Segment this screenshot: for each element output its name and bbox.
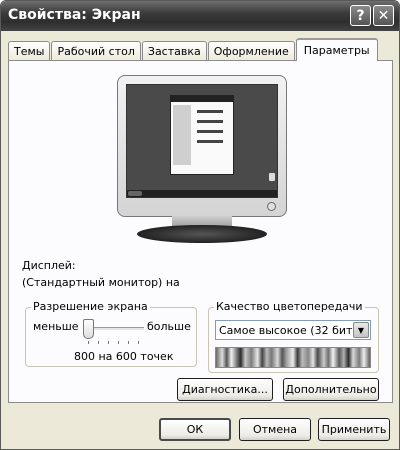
monitor-screen bbox=[126, 84, 278, 198]
monitor-base bbox=[137, 225, 267, 243]
resolution-value: 800 на 600 точек bbox=[74, 350, 174, 363]
slider-tick bbox=[118, 341, 119, 344]
color-quality-select[interactable]: Самое высокое (32 бита) ▼ bbox=[215, 320, 371, 340]
chevron-down-icon[interactable]: ▼ bbox=[353, 322, 369, 338]
help-button[interactable]: ? bbox=[350, 5, 371, 26]
tab-desktop[interactable]: Рабочий стол bbox=[51, 41, 141, 61]
tab-appearance[interactable]: Оформление bbox=[207, 41, 295, 61]
tab-screensaver[interactable]: Заставка bbox=[141, 41, 207, 61]
tab-strip: Темы Рабочий стол Заставка Оформление Па… bbox=[8, 38, 379, 61]
display-properties-window: Свойства: Экран ? ✕ Темы Рабочий стол За… bbox=[0, 0, 400, 450]
advanced-button[interactable]: Дополнительно bbox=[283, 378, 379, 401]
power-button-icon bbox=[267, 202, 276, 211]
help-icon: ? bbox=[356, 7, 365, 24]
cancel-label: Отмена bbox=[252, 423, 298, 436]
close-button[interactable]: ✕ bbox=[373, 5, 394, 26]
recycle-bin-icon bbox=[269, 173, 275, 181]
display-label: Дисплей: bbox=[22, 259, 76, 272]
close-icon: ✕ bbox=[377, 7, 390, 24]
resolution-group: Разрешение экрана меньше больше 800 на 6… bbox=[25, 300, 197, 367]
preview-taskbar bbox=[127, 190, 277, 197]
slider-tick bbox=[128, 341, 129, 344]
slider-tick bbox=[88, 341, 89, 344]
color-quality-legend: Качество цветопередачи bbox=[214, 300, 365, 313]
preview-row bbox=[197, 110, 223, 113]
preview-window-sidebar bbox=[173, 105, 191, 165]
slider-tick bbox=[138, 341, 139, 344]
slider-tick bbox=[98, 341, 99, 344]
cancel-button[interactable]: Отмена bbox=[239, 418, 311, 441]
resolution-more-label: больше bbox=[147, 320, 191, 333]
ok-button[interactable]: ОК bbox=[159, 418, 231, 441]
apply-label: Применить bbox=[321, 423, 387, 436]
display-value: (Стандартный монитор) на bbox=[22, 276, 180, 289]
color-quality-selected: Самое высокое (32 бита) bbox=[219, 323, 364, 337]
monitor-preview bbox=[117, 75, 287, 245]
color-quality-group: Качество цветопередачи Самое высокое (32… bbox=[208, 300, 379, 373]
preview-row bbox=[197, 130, 223, 133]
preview-window-titlebar bbox=[171, 96, 233, 102]
title-bar[interactable]: Свойства: Экран ? ✕ bbox=[1, 1, 399, 31]
slider-tick bbox=[108, 341, 109, 344]
diagnostics-label: Диагностика... bbox=[182, 383, 268, 396]
advanced-label: Дополнительно bbox=[285, 383, 377, 396]
ok-label: ОК bbox=[186, 423, 204, 436]
window-title: Свойства: Экран bbox=[8, 7, 141, 23]
tab-settings[interactable]: Параметры bbox=[295, 38, 378, 61]
preview-start-button bbox=[128, 191, 142, 196]
preview-row bbox=[197, 120, 223, 123]
tab-themes[interactable]: Темы bbox=[8, 41, 51, 61]
resolution-slider-thumb[interactable] bbox=[83, 319, 94, 339]
diagnostics-button[interactable]: Диагностика... bbox=[177, 378, 273, 401]
preview-row bbox=[197, 140, 223, 143]
color-spectrum-bar bbox=[215, 347, 371, 368]
resolution-less-label: меньше bbox=[33, 320, 79, 333]
settings-panel: Дисплей: (Стандартный монитор) на Разреш… bbox=[8, 60, 393, 403]
preview-window bbox=[170, 95, 234, 175]
apply-button[interactable]: Применить bbox=[318, 418, 390, 441]
monitor-bezel bbox=[117, 75, 287, 217]
resolution-legend: Разрешение экрана bbox=[31, 300, 150, 313]
